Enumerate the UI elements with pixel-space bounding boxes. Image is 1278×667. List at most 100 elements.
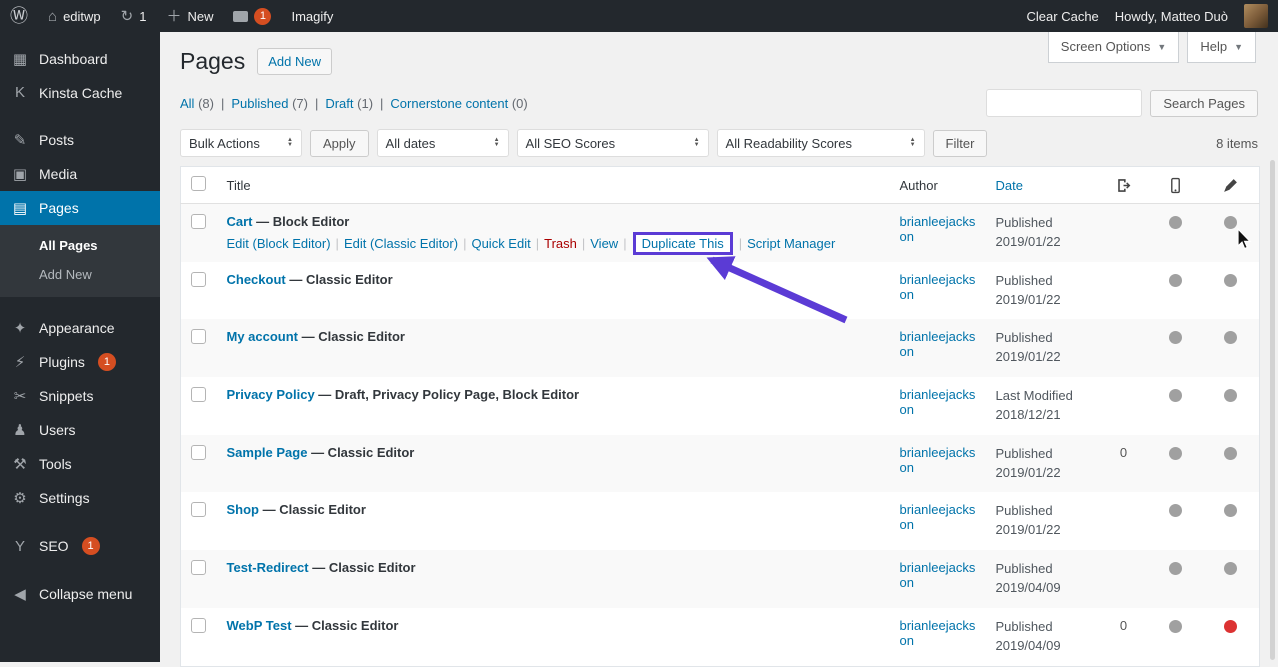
- sidebar-item-label: Media: [39, 166, 77, 182]
- page-title-link[interactable]: Checkout: [227, 272, 286, 287]
- scrollbar[interactable]: [1270, 160, 1275, 660]
- dates-filter-select[interactable]: All dates ▲▼: [377, 129, 509, 157]
- help-button[interactable]: Help ▼: [1187, 32, 1256, 63]
- author-link[interactable]: brianleejackson: [900, 214, 976, 244]
- column-header-date[interactable]: Date: [996, 178, 1023, 193]
- pin-icon: ✎: [10, 131, 30, 149]
- site-name-menu[interactable]: ⌂ editwp: [38, 0, 111, 32]
- sidebar-item-users[interactable]: ♟Users: [0, 413, 160, 447]
- tools-icon: ⚒: [10, 455, 30, 473]
- sidebar-item-appearance[interactable]: ✦Appearance: [0, 311, 160, 345]
- page-title-link[interactable]: My account: [227, 329, 299, 344]
- author-link[interactable]: brianleejackson: [900, 618, 976, 648]
- pages-table: Title Author Date: [180, 166, 1260, 667]
- page-title-link[interactable]: Privacy Policy: [227, 387, 315, 402]
- action-quick-edit[interactable]: Quick Edit: [471, 236, 530, 251]
- sidebar-item-plugins[interactable]: ⚡Plugins1: [0, 345, 160, 379]
- seo-score-dot: [1224, 216, 1237, 229]
- search-pages-button[interactable]: Search Pages: [1150, 90, 1258, 117]
- action-duplicate-this[interactable]: Duplicate This: [642, 236, 724, 251]
- table-row: Sample Page — Classic Editor brianleejack…: [181, 435, 1260, 493]
- sidebar-item-tools[interactable]: ⚒Tools: [0, 447, 160, 481]
- comments-indicator[interactable]: 1: [223, 0, 281, 32]
- column-header-author: Author: [900, 178, 938, 193]
- sidebar-item-media[interactable]: ▣Media: [0, 157, 160, 191]
- seo-score-dot: [1224, 331, 1237, 344]
- sidebar-subitem-all-pages[interactable]: All Pages: [0, 231, 160, 260]
- seo-score-dot: [1224, 447, 1237, 460]
- author-link[interactable]: brianleejackson: [900, 272, 976, 302]
- gear-icon: ⚙: [10, 489, 30, 507]
- row-checkbox[interactable]: [191, 387, 206, 402]
- filter-all[interactable]: All (8): [180, 96, 214, 111]
- page-title-link[interactable]: Sample Page: [227, 445, 308, 460]
- author-link[interactable]: brianleejackson: [900, 502, 976, 532]
- action-view[interactable]: View: [590, 236, 618, 251]
- avatar[interactable]: [1244, 4, 1268, 28]
- new-content-menu[interactable]: ＋ New: [156, 0, 223, 32]
- sidebar-item-kinsta-cache[interactable]: KKinsta Cache: [0, 76, 160, 109]
- author-link[interactable]: brianleejackson: [900, 560, 976, 590]
- sidebar-item-collapse[interactable]: ◀Collapse menu: [0, 577, 160, 611]
- sidebar-item-seo[interactable]: YSEO1: [0, 529, 160, 563]
- row-actions: Edit (Block Editor)|Edit (Classic Editor…: [227, 236, 880, 251]
- author-link[interactable]: brianleejackson: [900, 445, 976, 475]
- action-script-manager[interactable]: Script Manager: [747, 236, 835, 251]
- kinsta-icon: K: [10, 84, 30, 101]
- clear-cache-link[interactable]: Clear Cache: [1027, 9, 1099, 24]
- date-cell: Published2019/01/22: [986, 262, 1098, 320]
- sidebar-item-pages[interactable]: ▤Pages: [0, 191, 160, 225]
- add-new-button[interactable]: Add New: [257, 48, 332, 75]
- sidebar-item-dashboard[interactable]: ▦Dashboard: [0, 42, 160, 76]
- date-cell: Published2019/01/22: [986, 319, 1098, 377]
- row-checkbox[interactable]: [191, 618, 206, 633]
- select-all-checkbox[interactable]: [191, 176, 206, 191]
- sidebar-item-settings[interactable]: ⚙Settings: [0, 481, 160, 515]
- row-checkbox[interactable]: [191, 502, 206, 517]
- row-checkbox[interactable]: [191, 445, 206, 460]
- readability-scores-filter-select[interactable]: All Readability Scores ▲▼: [717, 129, 925, 157]
- sidebar-item-snippets[interactable]: ✂Snippets: [0, 379, 160, 413]
- filter-button[interactable]: Filter: [933, 130, 988, 157]
- page-title-link[interactable]: Cart: [227, 214, 253, 229]
- howdy-account-menu[interactable]: Howdy, Matteo Duò: [1115, 9, 1228, 24]
- score-dot: [1169, 274, 1182, 287]
- filter-draft[interactable]: Draft (1): [325, 96, 373, 111]
- sidebar-item-label: Pages: [39, 200, 79, 216]
- author-link[interactable]: brianleejackson: [900, 329, 976, 359]
- bulk-actions-select[interactable]: Bulk Actions ▲▼: [180, 129, 302, 157]
- sidebar-item-posts[interactable]: ✎Posts: [0, 123, 160, 157]
- sidebar-item-label: Collapse menu: [39, 586, 132, 602]
- author-link[interactable]: brianleejackson: [900, 387, 976, 417]
- select-caret-icon: ▲▼: [484, 138, 500, 148]
- action-trash[interactable]: Trash: [544, 236, 577, 251]
- post-state: — Classic Editor: [311, 445, 414, 460]
- wordpress-logo-icon: Ⓦ: [10, 7, 28, 25]
- updates-indicator[interactable]: ↻ 1: [111, 0, 157, 32]
- screen-options-button[interactable]: Screen Options ▼: [1048, 32, 1180, 63]
- search-input[interactable]: [986, 89, 1142, 117]
- row-checkbox[interactable]: [191, 214, 206, 229]
- apply-button[interactable]: Apply: [310, 130, 369, 157]
- screen-meta-tabs: Screen Options ▼ Help ▼: [1048, 32, 1256, 63]
- row-checkbox[interactable]: [191, 272, 206, 287]
- seo-scores-filter-select[interactable]: All SEO Scores ▲▼: [517, 129, 709, 157]
- filter-cornerstone-content[interactable]: Cornerstone content (0): [390, 96, 527, 111]
- imagify-menu[interactable]: Imagify: [281, 0, 343, 32]
- page-title-link[interactable]: Test-Redirect: [227, 560, 309, 575]
- sidebar-submenu: All PagesAdd New: [0, 225, 160, 297]
- home-icon: ⌂: [48, 9, 57, 24]
- wordpress-logo[interactable]: Ⓦ: [0, 0, 38, 32]
- sidebar-subitem-add-new[interactable]: Add New: [0, 260, 160, 289]
- row-checkbox[interactable]: [191, 560, 206, 575]
- page-title-link[interactable]: WebP Test: [227, 618, 292, 633]
- date-cell: Published2019/01/22: [986, 204, 1098, 262]
- seo-score-dot: [1224, 274, 1237, 287]
- row-checkbox[interactable]: [191, 329, 206, 344]
- page-title-link[interactable]: Shop: [227, 502, 260, 517]
- filter-published[interactable]: Published (7): [231, 96, 308, 111]
- action-edit-block-editor-[interactable]: Edit (Block Editor): [227, 236, 331, 251]
- mobile-column-icon: [1167, 177, 1184, 194]
- table-header-row: Title Author Date: [181, 167, 1260, 204]
- action-edit-classic-editor-[interactable]: Edit (Classic Editor): [344, 236, 458, 251]
